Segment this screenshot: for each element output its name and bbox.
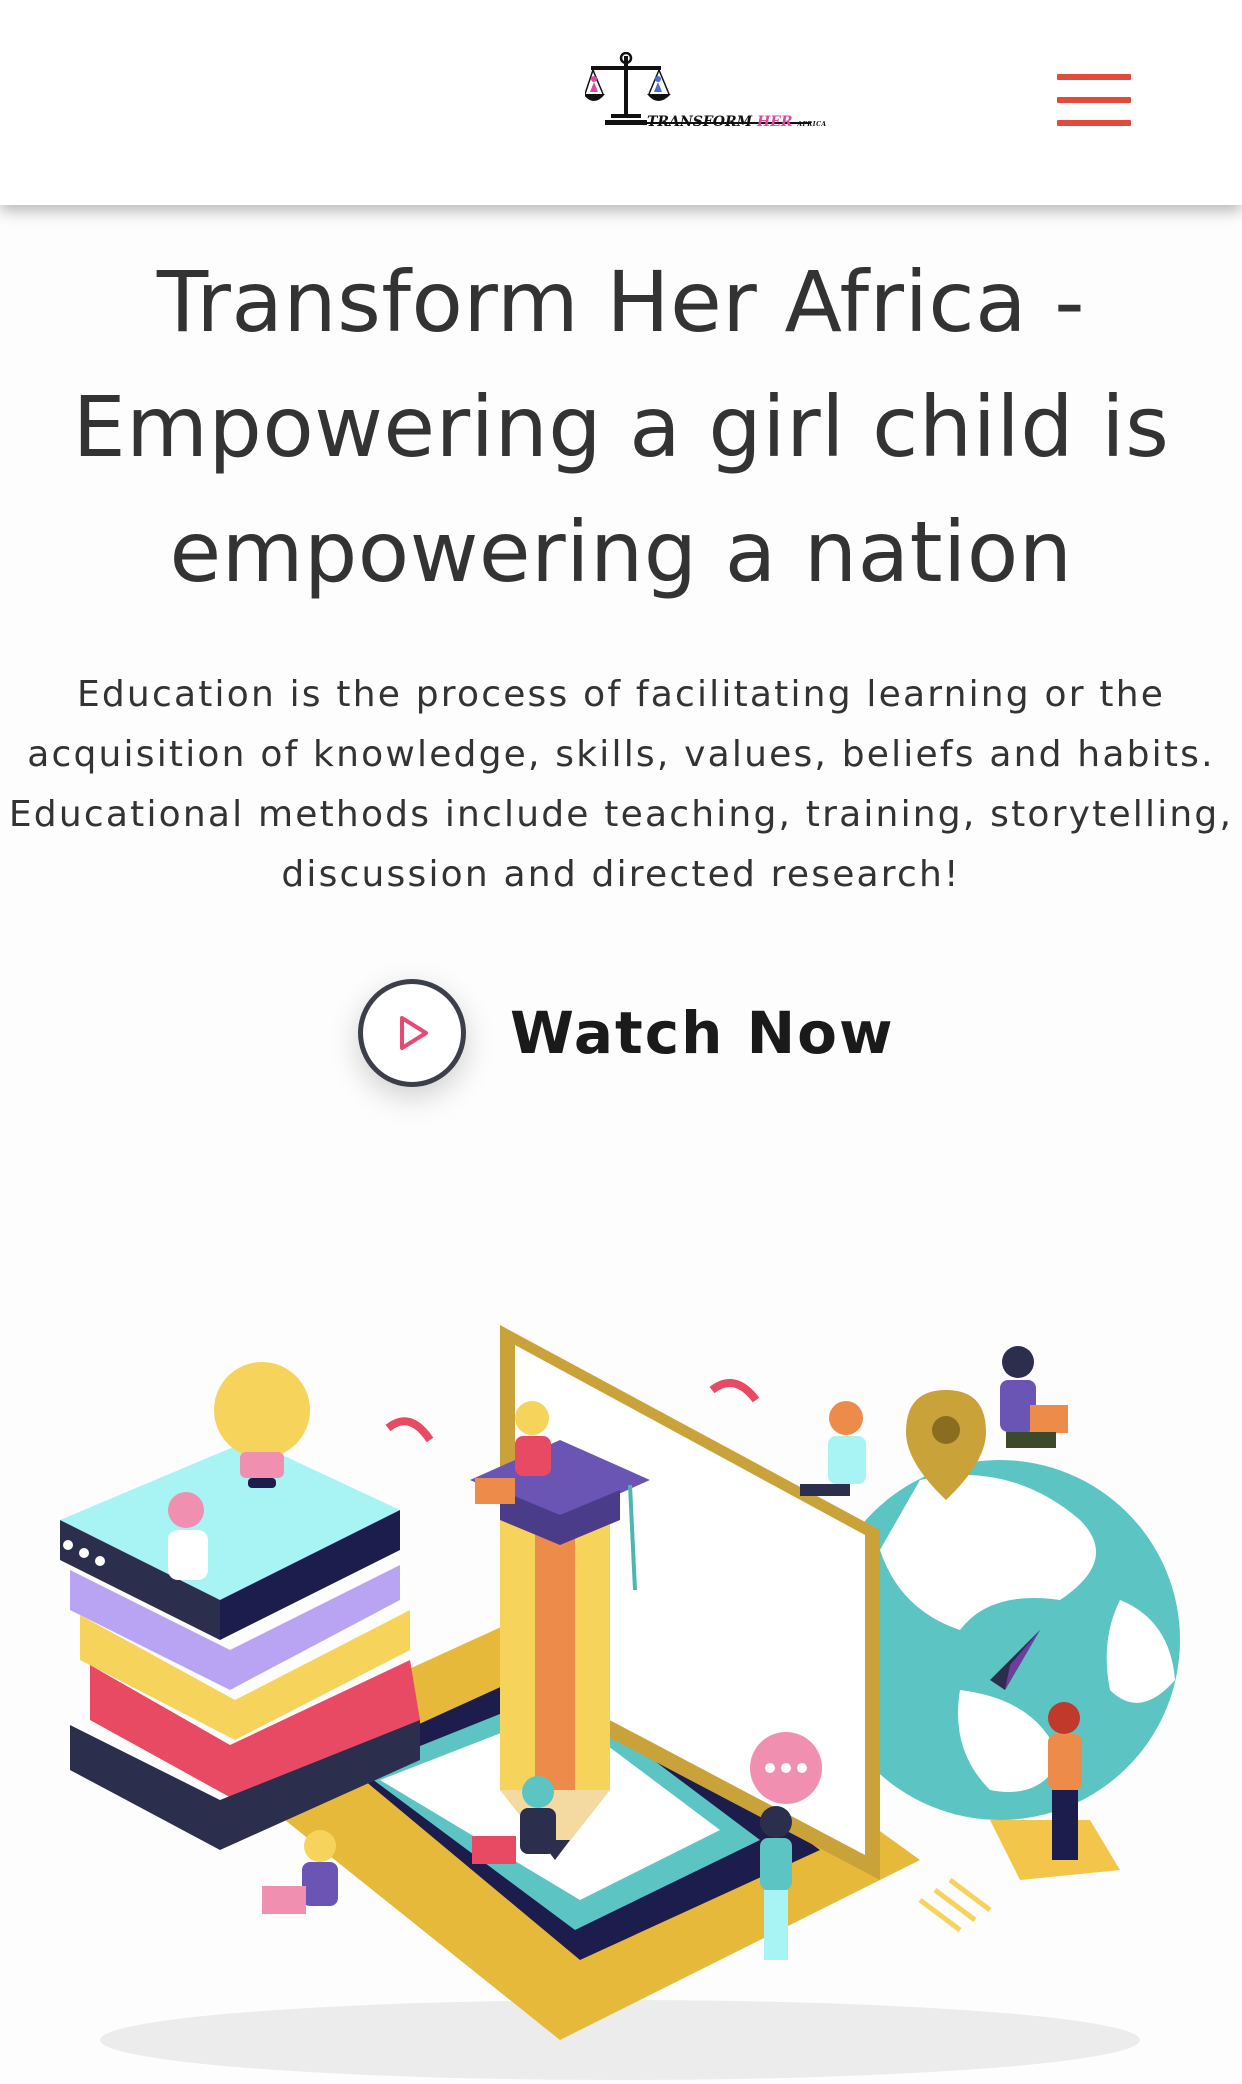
hamburger-menu-icon[interactable] (1055, 72, 1133, 128)
menu-bar-bottom (1057, 120, 1131, 126)
speech-bubble-illustration (750, 1732, 822, 1804)
logo-text-highlight: HER (756, 114, 793, 130)
books-illustration (60, 1362, 420, 1850)
logo-text-small: AFRICA (797, 121, 827, 128)
hero-description: Education is the process of facilitating… (8, 674, 1234, 895)
transform-her-logo[interactable]: TRANSFORM HER AFRICA (583, 51, 826, 132)
play-button[interactable] (358, 979, 466, 1087)
watch-now-button[interactable]: Watch Now (358, 975, 895, 1091)
site-header: TRANSFORM HER AFRICA (0, 0, 1242, 205)
logo-wordmark: TRANSFORM HER AFRICA (647, 114, 827, 130)
logo-text: TRANSFORM (647, 114, 753, 130)
play-icon (400, 1016, 428, 1050)
menu-bar-top (1057, 74, 1131, 80)
menu-bar-middle (1057, 97, 1131, 103)
hero-title: Transform Her Africa - Empowering a girl… (72, 253, 1170, 601)
watch-now-label[interactable]: Watch Now (510, 999, 895, 1067)
education-illustration (60, 1325, 1180, 2080)
